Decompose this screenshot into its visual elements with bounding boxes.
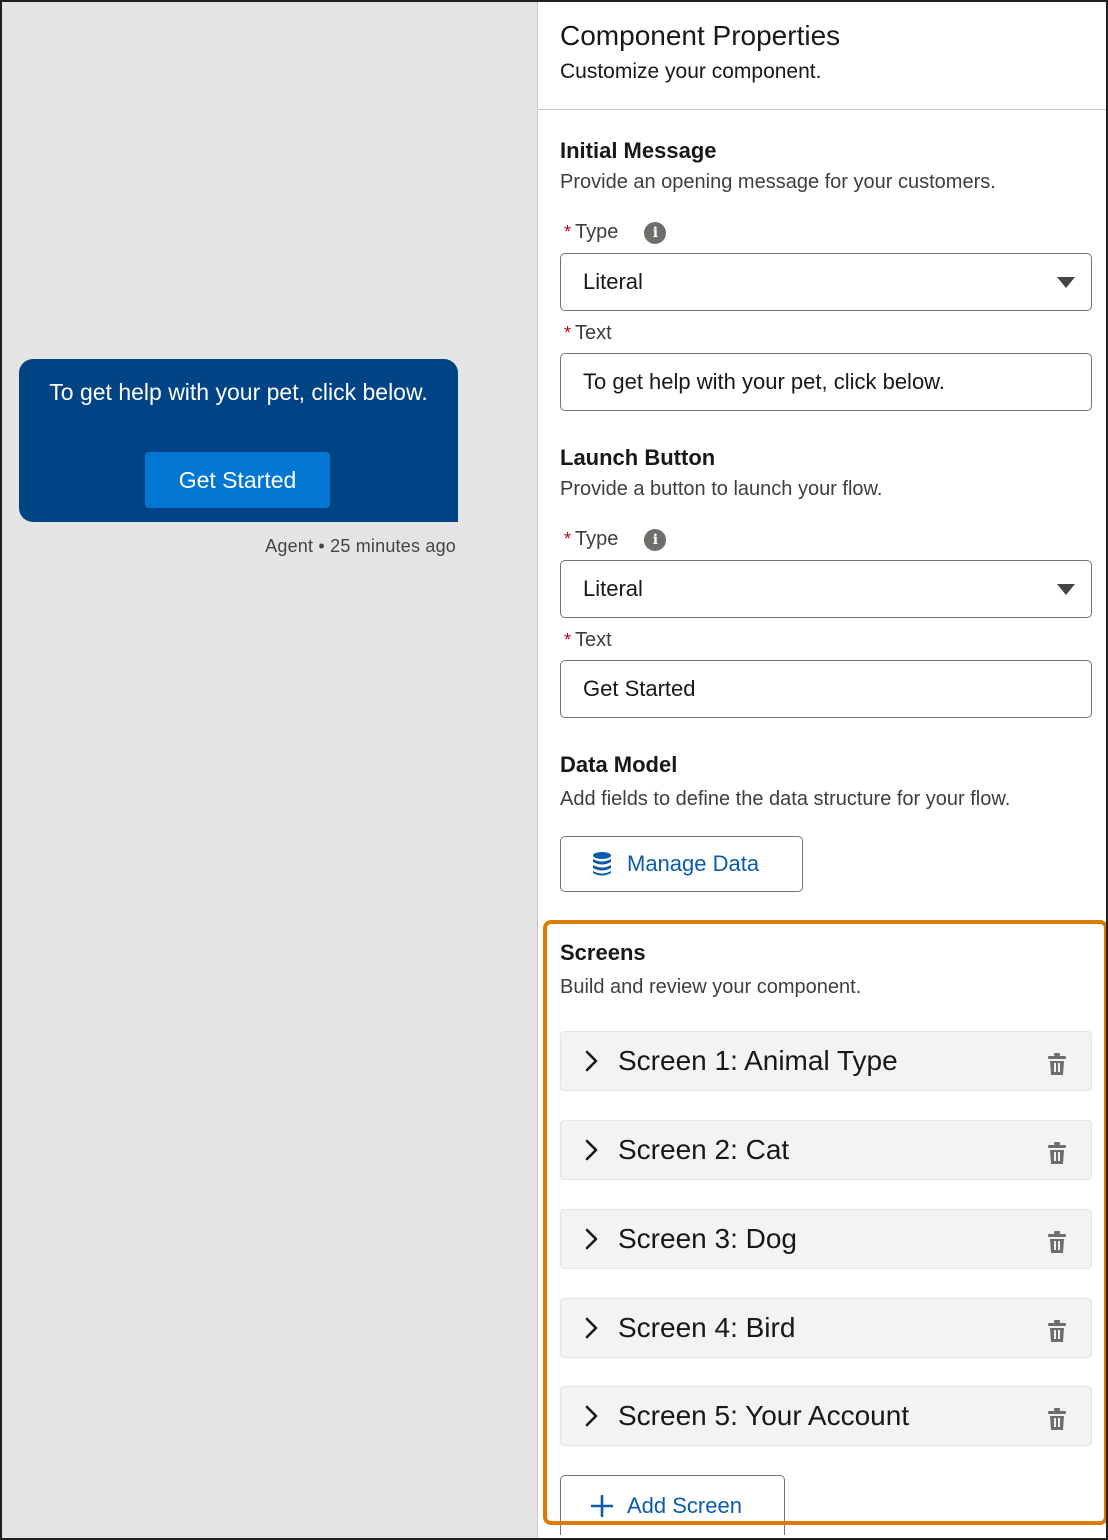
message-meta: Agent • 25 minutes ago — [265, 536, 456, 556]
chevron-right-icon — [583, 1049, 601, 1073]
dropdown-caret-icon — [1057, 584, 1075, 595]
launch-text-label: * Text — [564, 629, 612, 652]
launch-type-label-text: Type — [575, 528, 619, 550]
trash-icon[interactable] — [1047, 1230, 1067, 1254]
launch-text-label-text: Text — [575, 629, 612, 651]
screen-item-label: Screen 2: Cat — [618, 1134, 790, 1165]
screen-item-label: Screen 4: Bird — [618, 1312, 796, 1343]
initial-message-description: Provide an opening message for your cust… — [560, 171, 996, 193]
get-started-button[interactable]: Get Started — [145, 452, 330, 508]
add-screen-label: Add Screen — [627, 1492, 742, 1518]
launch-text-input[interactable]: Get Started — [560, 660, 1092, 718]
trash-icon[interactable] — [1047, 1407, 1067, 1431]
initial-type-label-text: Type — [575, 221, 619, 243]
initial-text-label-text: Text — [575, 322, 612, 344]
launch-text-value: Get Started — [583, 676, 696, 701]
app-frame: To get help with your pet, click below. … — [0, 0, 1108, 1540]
trash-icon[interactable] — [1047, 1141, 1067, 1165]
chevron-right-icon — [583, 1316, 601, 1340]
screen-accordion-item[interactable]: Screen 2: Cat — [560, 1120, 1092, 1180]
screen-accordion-item[interactable]: Screen 5: Your Account — [560, 1386, 1092, 1446]
initial-message-heading: Initial Message — [560, 138, 717, 163]
required-marker: * — [564, 323, 572, 343]
trash-icon[interactable] — [1047, 1319, 1067, 1343]
dropdown-caret-icon — [1057, 277, 1075, 288]
manage-data-label: Manage Data — [627, 851, 760, 876]
data-model-description: Add fields to define the data structure … — [560, 788, 1011, 810]
add-screen-button[interactable]: Add Screen — [560, 1475, 785, 1535]
panel-title: Component Properties — [560, 20, 841, 51]
screens-heading: Screens — [560, 940, 646, 965]
required-marker: * — [564, 529, 572, 549]
chat-message-text: To get help with your pet, click below. — [49, 379, 428, 405]
required-marker: * — [564, 630, 572, 650]
initial-type-value: Literal — [583, 269, 643, 294]
chevron-right-icon — [583, 1404, 601, 1428]
manage-data-button[interactable]: Manage Data — [560, 836, 803, 892]
plus-icon — [591, 1494, 613, 1517]
chat-message-bubble: To get help with your pet, click below. … — [19, 359, 458, 522]
launch-button-description: Provide a button to launch your flow. — [560, 478, 883, 500]
preview-pane: To get help with your pet, click below. … — [2, 2, 537, 1538]
launch-type-value: Literal — [583, 576, 643, 601]
required-marker: * — [564, 222, 572, 242]
screen-accordion-item[interactable]: Screen 1: Animal Type — [560, 1031, 1092, 1091]
info-icon[interactable]: i — [644, 221, 667, 244]
screen-accordion-item[interactable]: Screen 3: Dog — [560, 1209, 1092, 1269]
properties-panel: Component Properties Customize your comp… — [537, 2, 1106, 1538]
screen-item-label: Screen 3: Dog — [618, 1223, 797, 1254]
info-icon[interactable]: i — [644, 528, 667, 551]
data-model-heading: Data Model — [560, 752, 678, 777]
launch-button-heading: Launch Button — [560, 445, 716, 470]
chevron-right-icon — [583, 1227, 601, 1251]
screen-item-label: Screen 1: Animal Type — [618, 1045, 898, 1076]
screen-accordion-item[interactable]: Screen 4: Bird — [560, 1298, 1092, 1358]
panel-header: Component Properties Customize your comp… — [538, 2, 1106, 110]
launch-type-select[interactable]: Literal — [560, 560, 1092, 618]
screens-description: Build and review your component. — [560, 976, 862, 998]
initial-text-label: * Text — [564, 322, 612, 345]
database-icon — [591, 851, 613, 877]
initial-text-value: To get help with your pet, click below. — [583, 369, 945, 394]
initial-type-select[interactable]: Literal — [560, 253, 1092, 311]
screen-item-label: Screen 5: Your Account — [618, 1400, 910, 1431]
initial-text-input[interactable]: To get help with your pet, click below. — [560, 353, 1092, 411]
trash-icon[interactable] — [1047, 1052, 1067, 1076]
launch-type-label: * Type i — [564, 528, 667, 551]
chevron-right-icon — [583, 1138, 601, 1162]
panel-subtitle: Customize your component. — [560, 60, 822, 83]
initial-type-label: * Type i — [564, 221, 667, 244]
